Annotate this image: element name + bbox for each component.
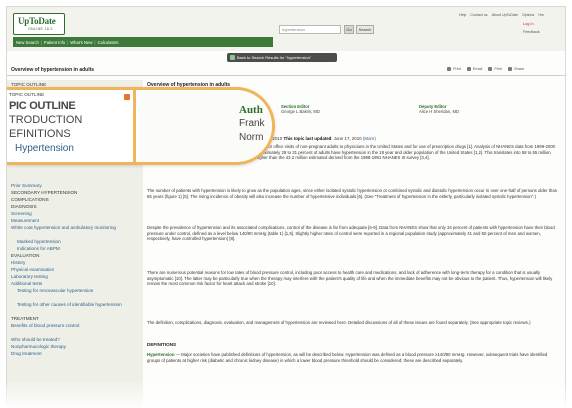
update-label: This topic last updated [283, 136, 332, 141]
email-icon [466, 67, 471, 71]
tool-label: Print [453, 67, 461, 71]
nav-new-search[interactable]: New Search [16, 40, 39, 45]
print-icon [447, 67, 451, 71]
zoom-author-name: Frank [239, 118, 265, 129]
definitions-paragraph: Hypertension — Major societies have publ… [147, 352, 561, 363]
search-button[interactable]: Search [356, 25, 374, 34]
uptodate-logo[interactable]: UpToDate ONLINE 18.3 [13, 13, 65, 35]
sidebar-item[interactable]: Testing for other causes of identifiable… [17, 302, 122, 307]
nav-separator: | [94, 39, 96, 45]
feedback-link[interactable]: Feedback [523, 30, 540, 34]
nav-calculators[interactable]: Calculators [98, 40, 119, 45]
paragraph-4: There are numerous potential reasons for… [147, 270, 553, 287]
back-arrow-icon [230, 55, 235, 60]
zoom-callout: TOPIC OUTLINE PIC OUTLINE TRODUCTION EFI… [7, 87, 275, 165]
topic-tools: Print Email Print Share [447, 67, 524, 71]
sidebar-item[interactable]: Screening [11, 211, 32, 216]
link-help[interactable]: Help [459, 13, 466, 17]
sidebar-item[interactable]: Measurement [11, 218, 39, 223]
back-to-results-button[interactable]: Back to Search Results for "hypertension… [227, 53, 337, 62]
link-options[interactable]: Options [522, 13, 534, 17]
zoom-outline-heading: PIC OUTLINE [9, 100, 76, 112]
zoom-authors-label: Auth [239, 104, 263, 116]
sidebar-item[interactable]: History [11, 260, 25, 265]
sidebar-item[interactable]: EVALUATION [11, 253, 39, 258]
sidebar-item[interactable]: Indications for ABPM [17, 246, 60, 251]
print-icon [488, 67, 493, 71]
logo-subtext: ONLINE 18.3 [28, 27, 53, 31]
paragraph-2: The number of patients with hypertension… [147, 188, 558, 199]
nav-separator: | [67, 39, 69, 45]
sidebar-item[interactable]: COMPLICATIONS [11, 197, 49, 202]
section-editor-name[interactable]: George L Bakris, MD [281, 109, 320, 114]
nav-separator: | [40, 39, 42, 45]
sidebar-item[interactable]: Additional tests [11, 281, 42, 286]
main-nav: New Search | Patient Info | What's New |… [13, 37, 273, 47]
sidebar-item[interactable]: Testing for renovascular hypertension [17, 288, 93, 293]
link-about[interactable]: About UpToDate [492, 13, 518, 17]
paragraph-3: Despite the prevalence of hypertension a… [147, 225, 555, 242]
tool-label: Email [472, 67, 483, 71]
zoom-definitions-link[interactable]: EFINITIONS [9, 128, 71, 140]
sidebar-item[interactable]: White coat hypertension and ambulatory m… [11, 225, 116, 230]
sidebar-item[interactable]: DIAGNOSIS [11, 204, 37, 209]
logo-text: UpToDate [18, 16, 56, 26]
sidebar-item[interactable]: Nonpharmacologic therapy [11, 344, 66, 349]
deputy-editor: Deputy Editor Alice H Sheridan, MD [419, 104, 459, 114]
tool-share[interactable]: Share [508, 67, 524, 71]
section-editor: Section Editor George L Bakris, MD [281, 104, 320, 114]
zoom-author-name-2: Norm [239, 132, 264, 143]
go-button[interactable]: Go [344, 25, 354, 34]
link-contact[interactable]: Contact us [470, 13, 487, 17]
bottom-fade [0, 380, 572, 408]
share-icon [508, 67, 513, 71]
login-link[interactable]: Log In [523, 22, 534, 26]
link-extra[interactable]: Hm [538, 13, 544, 17]
sidebar-item[interactable]: Masked hypertension [17, 239, 61, 244]
search-input[interactable]: hypertension [279, 25, 341, 34]
tool-print-2[interactable]: Print [488, 67, 502, 71]
nav-whats-new[interactable]: What's New [70, 40, 92, 45]
sidebar-item[interactable]: Drug treatment [11, 351, 42, 356]
app-header: UpToDate ONLINE 18.3 New Search | Patien… [7, 7, 565, 51]
browser-frame: UpToDate ONLINE 18.3 New Search | Patien… [6, 6, 566, 408]
tool-label: Print [494, 67, 503, 71]
sidebar-item[interactable]: Laboratory testing [11, 274, 48, 279]
utility-links: Help Contact us About UpToDate Options H… [459, 13, 544, 17]
update-more-link[interactable]: (More) [363, 136, 376, 141]
back-to-results-label: Back to Search Results for "hypertension… [237, 55, 312, 60]
zoom-topic-outline-label: TOPIC OUTLINE [9, 92, 45, 97]
nav-patient-info[interactable]: Patient Info [44, 40, 65, 45]
last-updated-line: May 2010 This topic last updated: June 1… [263, 136, 376, 141]
sidebar-item[interactable]: TREATMENT [11, 316, 39, 321]
collapse-outline-icon[interactable] [124, 94, 130, 100]
sidebar-item[interactable]: Prior Summary [11, 183, 42, 188]
tool-label: Share [514, 67, 525, 71]
definition-term: Hypertension [147, 352, 175, 357]
topic-title-bar: Overview of hypertension in adults Print… [7, 64, 565, 76]
zoom-hypertension-link[interactable]: Hypertension [15, 143, 74, 154]
paragraph-5: The definition, complications, diagnosis… [147, 320, 531, 325]
deputy-editor-name[interactable]: Alice H Sheridan, MD [419, 109, 459, 114]
update-date: : June 17, 2010 [331, 136, 362, 141]
definitions-heading: DEFINITIONS [147, 342, 177, 347]
page-title: Overview of hypertension in adults [11, 67, 95, 73]
sidebar-item[interactable]: Physical examination [11, 267, 54, 272]
sidebar-item[interactable]: Benefits of blood pressure control [11, 323, 79, 328]
definition-text: — Major societies have published definit… [147, 352, 548, 363]
zoom-divider [133, 90, 136, 162]
sidebar-item[interactable]: Who should be treated? [11, 337, 60, 342]
zoom-introduction-link[interactable]: TRODUCTION [9, 114, 82, 126]
tool-print[interactable]: Print [447, 67, 461, 71]
tool-email[interactable]: Email [466, 67, 483, 71]
sidebar-item[interactable]: SECONDARY HYPERTENSION [11, 190, 77, 195]
